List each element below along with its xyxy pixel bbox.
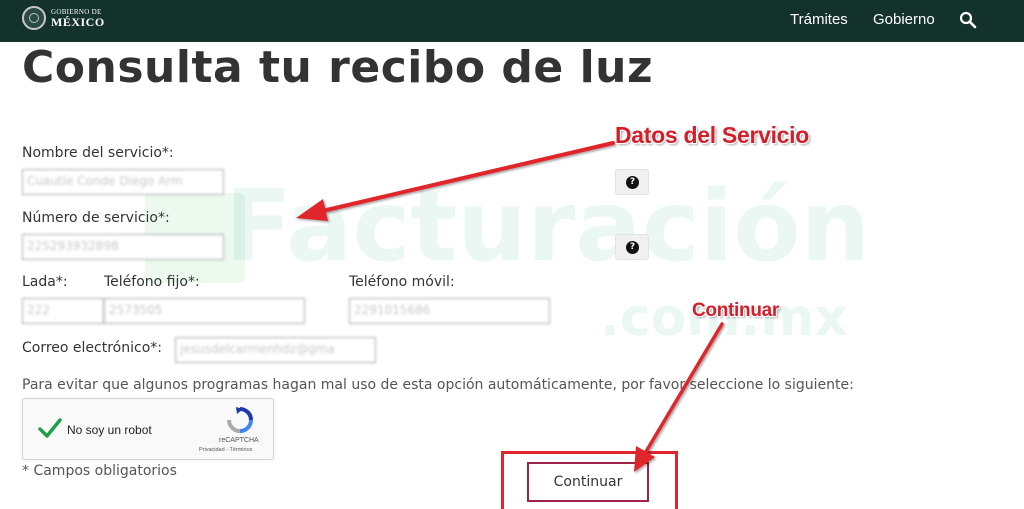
nombre-servicio-label: Nombre del servicio*: <box>22 145 174 161</box>
recaptcha-widget[interactable]: No soy un robot reCAPTCHA Privacidad - T… <box>22 398 274 460</box>
recaptcha-privacy-links[interactable]: Privacidad - Términos <box>199 447 252 453</box>
numero-servicio-label: Número de servicio*: <box>22 210 170 226</box>
recaptcha-brand: reCAPTCHA <box>219 437 259 444</box>
recaptcha-logo-icon <box>227 407 253 433</box>
nav-link-gobierno[interactable]: Gobierno <box>873 11 935 28</box>
gobierno-mexico-logo[interactable]: GOBIERNO DE MÉXICO <box>22 5 132 35</box>
lada-label: Lada*: <box>22 274 68 290</box>
telefono-movil-input[interactable]: 2291015686 <box>349 298 550 324</box>
correo-input[interactable]: jesusdelcarmenhdz@gma <box>175 337 376 363</box>
telefono-fijo-label: Teléfono fijo*: <box>104 274 200 290</box>
telefono-fijo-input[interactable]: 2573505 <box>104 298 305 324</box>
captcha-instructions: Para evitar que algunos programas hagan … <box>22 377 854 393</box>
arrow-datos-servicio <box>296 141 615 221</box>
numero-servicio-input[interactable]: 225293932898 <box>22 234 224 260</box>
question-icon: ? <box>626 176 639 189</box>
national-seal-icon <box>22 6 46 30</box>
nombre-help-button[interactable]: ? <box>615 169 649 195</box>
nav-link-tramites[interactable]: Trámites <box>790 11 848 28</box>
annotation-datos-servicio: Datos del Servicio <box>615 122 810 148</box>
numero-help-button[interactable]: ? <box>615 234 649 260</box>
question-icon: ? <box>626 241 639 254</box>
nombre-servicio-input[interactable]: Cuautle Conde Diego Arm <box>22 169 224 195</box>
continue-button[interactable]: Continuar <box>527 462 649 502</box>
page-title: Consulta tu recibo de luz <box>22 42 654 93</box>
correo-label: Correo electrónico*: <box>22 340 162 356</box>
annotation-continuar: Continuar <box>692 300 780 321</box>
telefono-movil-label: Teléfono móvil: <box>349 274 455 290</box>
search-icon[interactable] <box>959 11 977 29</box>
lada-input[interactable]: 222 <box>22 298 104 324</box>
top-navbar: GOBIERNO DE MÉXICO Trámites Gobierno <box>0 0 1024 42</box>
arrow-continuar <box>634 322 724 472</box>
captcha-label: No soy un robot <box>67 423 152 437</box>
logo-big-text: MÉXICO <box>51 15 105 29</box>
required-fields-note: * Campos obligatorios <box>22 463 177 479</box>
checkmark-icon[interactable] <box>37 417 63 439</box>
watermark-text: Facturación <box>225 170 871 284</box>
